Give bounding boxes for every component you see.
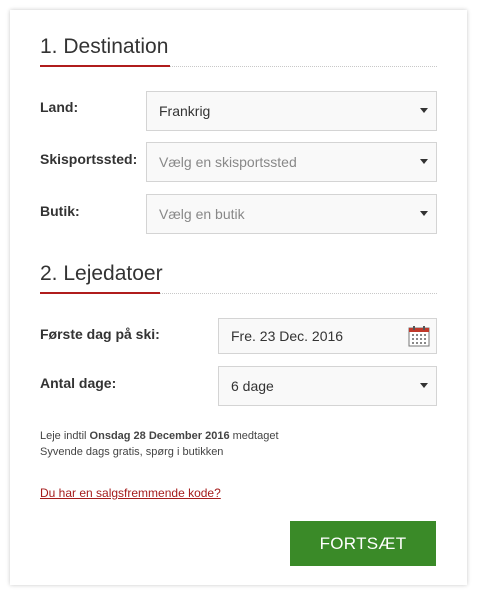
num-days-label: Antal dage:: [40, 375, 117, 391]
chevron-down-icon: [420, 159, 428, 164]
first-day-value: Fre. 23 Dec. 2016: [231, 328, 344, 344]
first-day-date-input[interactable]: Fre. 23 Dec. 2016: [218, 318, 437, 354]
first-day-label: Første dag på ski:: [40, 326, 160, 342]
shop-select-placeholder: Vælg en butik: [159, 206, 245, 222]
resort-label: Skisportssted:: [40, 151, 138, 167]
chevron-down-icon: [420, 211, 428, 216]
section-divider-rental-dates: [40, 292, 437, 296]
resort-select-placeholder: Vælg en skisportssted: [159, 154, 297, 170]
num-days-value: 6 dage: [231, 378, 274, 394]
rental-end-line: Leje indtil Onsdag 28 December 2016 medt…: [40, 430, 279, 442]
chevron-down-icon: [420, 383, 428, 388]
free-day-note: Syvende dags gratis, spørg i butikken: [40, 446, 224, 458]
country-select[interactable]: Frankrig: [146, 91, 437, 131]
rental-form-card: 1. Destination Land: Frankrig Skisportss…: [10, 10, 467, 585]
section-title-rental-dates: 2. Lejedatoer: [40, 262, 163, 285]
shop-label: Butik:: [40, 203, 80, 219]
section-divider-destination: [40, 65, 437, 69]
promo-code-link[interactable]: Du har en salgsfremmende kode?: [40, 486, 221, 500]
section-title-destination: 1. Destination: [40, 35, 169, 58]
country-label: Land:: [40, 99, 79, 115]
rental-end-date: Onsdag 28 December 2016: [89, 430, 230, 442]
chevron-down-icon: [420, 108, 428, 113]
rental-info-text: Leje indtil Onsdag 28 December 2016 medt…: [40, 428, 279, 460]
calendar-icon[interactable]: [408, 325, 430, 347]
shop-select[interactable]: Vælg en butik: [146, 194, 437, 234]
resort-select[interactable]: Vælg en skisportssted: [146, 142, 437, 182]
num-days-select[interactable]: 6 dage: [218, 366, 437, 406]
continue-button[interactable]: FORTSÆT: [290, 521, 436, 566]
country-select-value: Frankrig: [159, 103, 211, 119]
